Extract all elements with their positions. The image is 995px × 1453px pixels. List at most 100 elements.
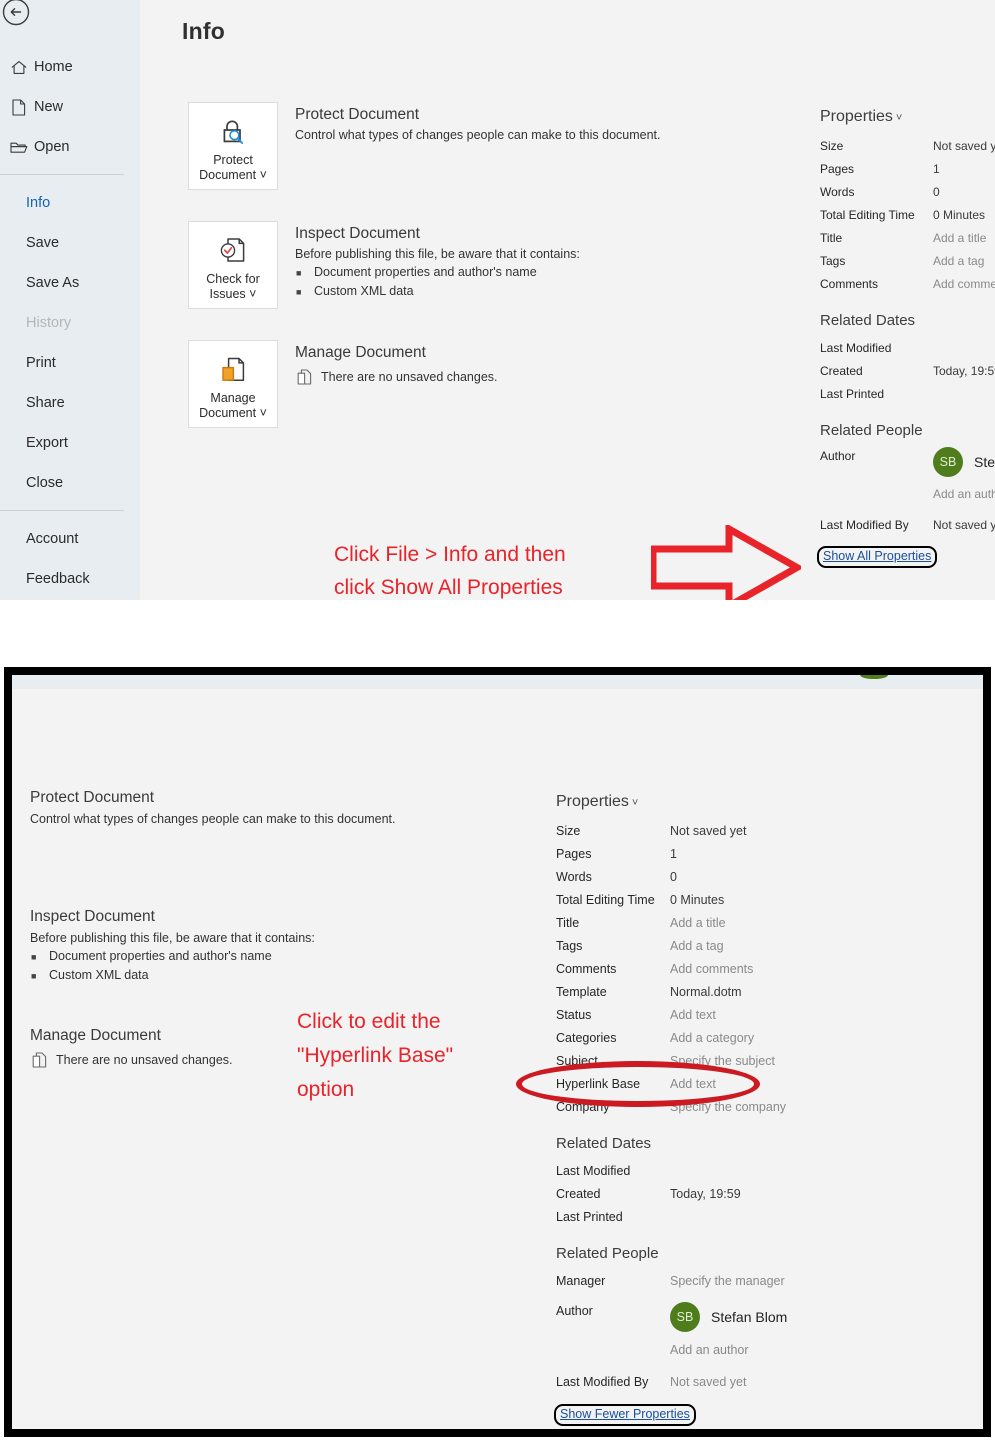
property-row-total-editing-time: Total Editing Time 0 Minutes bbox=[820, 204, 995, 227]
property-key: Last Modified By bbox=[556, 1375, 649, 1389]
property-value[interactable]: Add a title bbox=[933, 227, 986, 250]
property-row-last-printed: Last Printed bbox=[556, 1206, 976, 1229]
property-key: Manager bbox=[556, 1274, 606, 1288]
recover-doc-icon bbox=[32, 1052, 47, 1068]
property-key: Last Printed bbox=[556, 1210, 623, 1224]
folder-icon bbox=[8, 138, 30, 156]
property-value[interactable]: Add a tag bbox=[933, 250, 984, 273]
author-person[interactable]: SB Stefan Blom bbox=[933, 447, 995, 477]
add-author-link[interactable]: Add an author bbox=[933, 483, 995, 506]
protect-document-description: Control what types of changes people can… bbox=[295, 128, 661, 142]
property-value[interactable]: Not saved yet bbox=[670, 820, 746, 843]
manage-document-tile[interactable]: Manage Document ˅ bbox=[188, 340, 278, 428]
property-value[interactable]: Normal.dotm bbox=[670, 981, 742, 1004]
sidebar-item-label: Close bbox=[26, 475, 64, 491]
sidebar-item-account[interactable]: Account bbox=[0, 524, 140, 554]
new-doc-icon bbox=[8, 98, 30, 116]
sidebar-item-print[interactable]: Print bbox=[0, 348, 140, 378]
properties-header-label: Properties bbox=[820, 108, 893, 125]
check-for-issues-tile[interactable]: Check for Issues ˅ bbox=[188, 221, 278, 309]
property-value: Today, 19:59 bbox=[933, 364, 995, 378]
list-item-label: Document properties and author's name bbox=[314, 265, 537, 279]
property-key: Last Modified By bbox=[820, 518, 909, 532]
property-key: Words bbox=[820, 185, 855, 199]
manage-document-status-label: There are no unsaved changes. bbox=[321, 370, 498, 384]
property-key: Author bbox=[556, 1304, 593, 1318]
author-person[interactable]: SB Stefan Blom bbox=[670, 1302, 787, 1332]
properties-header[interactable]: Properties ˅ bbox=[820, 108, 995, 126]
list-item-label: Custom XML data bbox=[314, 284, 414, 298]
show-fewer-properties-link[interactable]: Show Fewer Properties bbox=[554, 1404, 696, 1426]
show-all-properties-link[interactable]: Show All Properties bbox=[817, 546, 938, 568]
property-value[interactable]: Add a title bbox=[670, 912, 726, 935]
sidebar-item-export[interactable]: Export bbox=[0, 428, 140, 458]
sidebar-item-home[interactable]: Home bbox=[0, 52, 140, 82]
property-key: Pages bbox=[556, 847, 592, 861]
chevron-down-icon[interactable]: ˅ bbox=[896, 112, 902, 124]
property-value[interactable]: Add a tag bbox=[670, 935, 724, 958]
property-row-manager: Manager Specify the manager bbox=[556, 1270, 976, 1293]
property-value[interactable]: 1 bbox=[670, 843, 677, 866]
sidebar-item-save-as[interactable]: Save As bbox=[0, 268, 140, 298]
property-key: Tags bbox=[556, 939, 583, 953]
property-key: Template bbox=[556, 985, 607, 999]
inspect-document-heading: Inspect Document bbox=[295, 225, 420, 242]
related-dates-header: Related Dates bbox=[820, 312, 916, 329]
property-value[interactable]: 0 Minutes bbox=[670, 889, 724, 912]
backstage-sidebar: Home New Open Info Save Save As History … bbox=[0, 0, 140, 600]
panel-top-strip bbox=[12, 675, 983, 689]
sidebar-item-share[interactable]: Share bbox=[0, 388, 140, 418]
properties-header-label: Properties bbox=[556, 793, 629, 810]
property-row-title: Title Add a title bbox=[556, 912, 976, 935]
properties-panel-collapsed: Properties˅ Size Not saved yet Pages 1 W… bbox=[817, 108, 995, 568]
property-key: Title bbox=[556, 916, 580, 930]
property-value[interactable]: 0 bbox=[670, 866, 677, 889]
protect-document-tile[interactable]: Protect Document ˅ bbox=[188, 102, 278, 190]
add-author-link[interactable]: Add an author bbox=[670, 1339, 749, 1362]
sidebar-item-info[interactable]: Info bbox=[0, 188, 140, 218]
property-value[interactable]: Add text bbox=[670, 1004, 716, 1027]
sidebar-item-new[interactable]: New bbox=[0, 92, 140, 122]
property-value[interactable]: Specify the manager bbox=[670, 1270, 785, 1293]
sidebar-item-label: Save bbox=[26, 235, 60, 251]
page-title: Info bbox=[182, 18, 225, 44]
sidebar-item-feedback[interactable]: Feedback bbox=[0, 564, 140, 594]
property-value[interactable]: Add comments bbox=[933, 273, 995, 296]
property-value[interactable]: 0 bbox=[933, 181, 940, 204]
property-row-words: Words 0 bbox=[820, 181, 995, 204]
sidebar-item-save[interactable]: Save bbox=[0, 228, 140, 258]
sidebar-item-open[interactable]: Open bbox=[0, 132, 140, 162]
author-name: Stefan Blom bbox=[974, 454, 995, 470]
square-bullet-icon: ■ bbox=[296, 268, 302, 278]
tile-label: Protect Document ˅ bbox=[199, 153, 267, 182]
add-author-row: Add an author bbox=[820, 483, 995, 506]
property-row-created: Created Today, 19:59 bbox=[556, 1183, 976, 1206]
square-bullet-icon: ■ bbox=[296, 287, 302, 297]
list-item-label: Document properties and author's name bbox=[49, 949, 272, 963]
chevron-down-icon[interactable]: ˅ bbox=[632, 797, 638, 809]
property-row-size: Size Not saved yet bbox=[820, 135, 995, 158]
avatar: SB bbox=[670, 1302, 700, 1332]
property-value[interactable]: Add a category bbox=[670, 1027, 754, 1050]
properties-header[interactable]: Properties ˅ bbox=[556, 793, 976, 811]
sidebar-item-label: Export bbox=[26, 435, 68, 451]
property-value[interactable]: Not saved yet bbox=[933, 135, 995, 158]
list-item: ■ Document properties and author's name bbox=[296, 264, 537, 283]
sidebar-item-close[interactable]: Close bbox=[0, 468, 140, 498]
property-value[interactable]: 1 bbox=[933, 158, 940, 181]
property-value[interactable]: 0 Minutes bbox=[933, 204, 985, 227]
property-value[interactable]: Add comments bbox=[670, 958, 753, 981]
inspect-document-bullets: ■ Document properties and author's name … bbox=[31, 948, 272, 986]
property-key: Last Modified bbox=[820, 341, 892, 355]
square-bullet-icon: ■ bbox=[31, 952, 37, 962]
right-arrow-callout-icon bbox=[649, 522, 805, 600]
inspect-document-description: Before publishing this file, be aware th… bbox=[295, 247, 580, 261]
add-author-row: Add an author bbox=[556, 1339, 976, 1362]
avatar: SB bbox=[933, 447, 963, 477]
back-arrow-icon[interactable] bbox=[0, 0, 36, 32]
sidebar-item-label: Feedback bbox=[26, 571, 90, 587]
manage-document-heading: Manage Document bbox=[295, 344, 426, 361]
property-row-comments: Comments Add comments bbox=[820, 273, 995, 296]
property-key: Status bbox=[556, 1008, 592, 1022]
related-dates-header: Related Dates bbox=[556, 1135, 652, 1152]
